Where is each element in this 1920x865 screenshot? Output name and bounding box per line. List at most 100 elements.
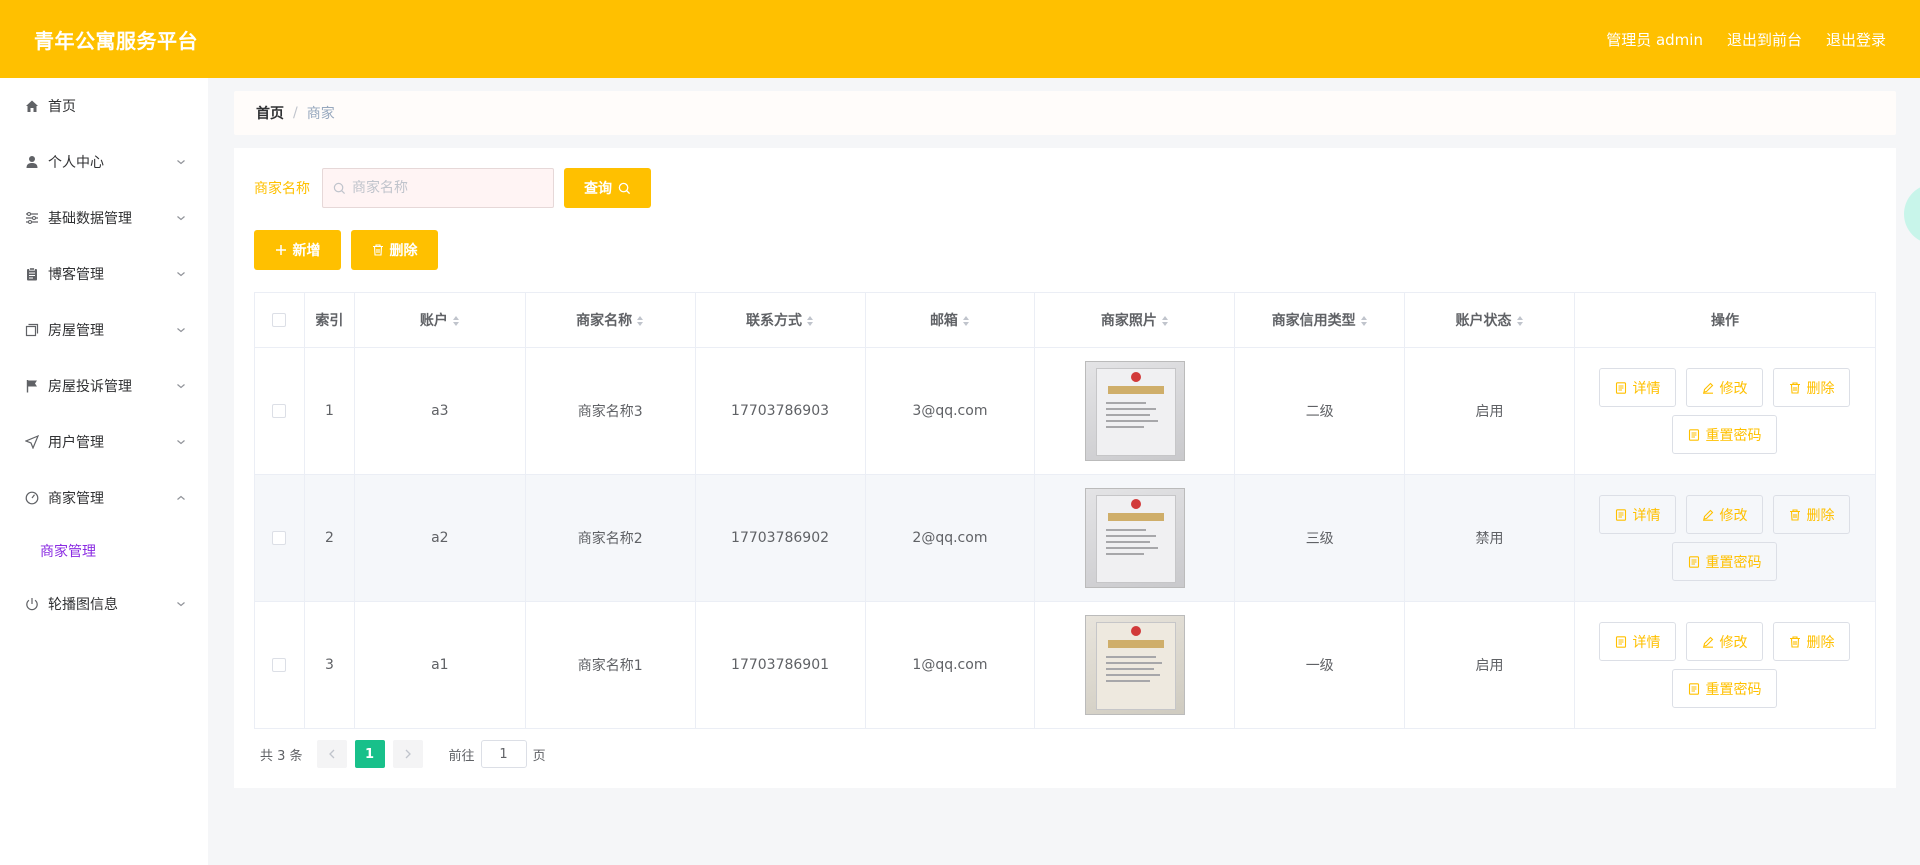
merchant-photo[interactable]: [1084, 361, 1185, 461]
bulk-delete-button[interactable]: 删除: [351, 230, 438, 270]
sidebar: 首页 个人中心 基础数据管理 博客管理 房屋管理 房屋投诉管理 用户管理 商家管…: [0, 78, 208, 865]
trash-icon: [1790, 508, 1801, 521]
column-header-photo[interactable]: 商家照片: [1034, 292, 1236, 348]
document-icon: [1689, 555, 1700, 568]
detail-button[interactable]: 详情: [1599, 368, 1677, 407]
detail-button[interactable]: 详情: [1599, 622, 1677, 661]
column-header-credit-type[interactable]: 商家信用类型: [1234, 292, 1406, 348]
cell-email: 2@qq.com: [864, 474, 1036, 602]
table-row: 3 a1 商家名称1 17703786901 1@qq.com 一级 启用 详情…: [254, 601, 1877, 729]
sidebar-item-label: 商家管理: [48, 491, 104, 507]
sort-caret-icon[interactable]: [1516, 315, 1524, 327]
plus-icon: [275, 245, 286, 255]
cell-phone: 17703786902: [694, 474, 866, 602]
merchant-name-search-input[interactable]: [352, 180, 542, 196]
logout-link[interactable]: 退出登录: [1826, 29, 1886, 50]
trash-icon: [1790, 381, 1801, 394]
next-page-button[interactable]: [392, 740, 423, 768]
cell-status: 启用: [1404, 601, 1575, 729]
sidebar-item-personal-center[interactable]: 个人中心: [0, 134, 208, 190]
column-header-index: 索引: [303, 292, 355, 348]
send-icon: [24, 434, 40, 450]
reset-password-button[interactable]: 重置密码: [1672, 542, 1778, 581]
edit-button[interactable]: 修改: [1686, 495, 1764, 534]
sort-caret-icon[interactable]: [452, 315, 460, 327]
chevron-down-icon: [177, 160, 185, 165]
cell-account: a2: [353, 474, 526, 602]
delete-button[interactable]: 删除: [1773, 495, 1851, 534]
chevron-up-icon: [177, 495, 185, 500]
sidebar-item-blog[interactable]: 博客管理: [0, 246, 208, 302]
cell-photo: [1034, 474, 1236, 602]
cell-email: 1@qq.com: [864, 601, 1036, 729]
sort-caret-icon[interactable]: [636, 315, 644, 327]
table-row: 2 a2 商家名称2 17703786902 2@qq.com 三级 禁用 详情…: [254, 474, 1877, 602]
row-select-cell: [254, 474, 305, 602]
sliders-icon: [24, 210, 40, 226]
row-checkbox[interactable]: [272, 658, 287, 672]
pagination-total: 共 3 条: [260, 748, 303, 764]
add-button[interactable]: 新增: [254, 230, 341, 270]
column-header-merchant-name[interactable]: 商家名称: [524, 292, 696, 348]
breadcrumb-home[interactable]: 首页: [256, 103, 284, 123]
prev-page-button[interactable]: [316, 740, 347, 768]
cell-email: 3@qq.com: [864, 347, 1036, 475]
reset-password-button[interactable]: 重置密码: [1672, 669, 1778, 708]
row-checkbox[interactable]: [272, 531, 287, 545]
action-bar: 新增 删除: [254, 230, 438, 270]
sidebar-item-home[interactable]: 首页: [0, 78, 208, 134]
select-all-checkbox[interactable]: [272, 313, 287, 327]
search-input-wrapper: [322, 168, 554, 208]
chevron-down-icon: [177, 328, 185, 333]
table-header-row: 索引 账户 商家名称 联系方式 邮箱 商家照片 商家信用类型 账户状态 操作: [254, 292, 1877, 348]
column-header-status[interactable]: 账户状态: [1404, 292, 1575, 348]
top-header: 青年公寓服务平台 管理员 admin 退出到前台 退出登录: [0, 0, 1920, 78]
merchant-photo[interactable]: [1084, 615, 1185, 715]
goto-page-input[interactable]: [480, 740, 527, 768]
edit-button[interactable]: 修改: [1686, 622, 1764, 661]
column-header-account[interactable]: 账户: [353, 292, 526, 348]
breadcrumb-current: 商家: [306, 106, 335, 122]
page-number-button[interactable]: 1: [354, 740, 385, 768]
row-checkbox[interactable]: [272, 404, 287, 418]
merchant-photo[interactable]: [1084, 488, 1185, 588]
document-icon: [1689, 428, 1700, 441]
cell-index: 2: [303, 474, 355, 602]
delete-button[interactable]: 删除: [1773, 368, 1851, 407]
chevron-right-icon: [405, 749, 411, 759]
delete-button[interactable]: 删除: [1773, 622, 1851, 661]
sort-caret-icon[interactable]: [1161, 315, 1169, 327]
cell-account: a1: [353, 601, 526, 729]
chevron-down-icon: [177, 440, 185, 445]
cell-phone: 17703786901: [694, 601, 866, 729]
chevron-down-icon: [177, 216, 185, 221]
search-label: 商家名称: [254, 181, 310, 197]
column-header-email[interactable]: 邮箱: [864, 292, 1036, 348]
detail-button[interactable]: 详情: [1599, 495, 1677, 534]
edit-button[interactable]: 修改: [1686, 368, 1764, 407]
submenu-item-merchant-management[interactable]: 商家管理: [0, 526, 208, 576]
cell-merchant-name: 商家名称3: [524, 347, 696, 475]
sort-caret-icon[interactable]: [1360, 315, 1368, 327]
breadcrumb-separator: /: [293, 105, 298, 121]
sidebar-item-house-complaint[interactable]: 房屋投诉管理: [0, 358, 208, 414]
sidebar-item-basic-data[interactable]: 基础数据管理: [0, 190, 208, 246]
cell-merchant-name: 商家名称2: [524, 474, 696, 602]
floating-edge-widget[interactable]: [1904, 184, 1920, 244]
cell-photo: [1034, 601, 1236, 729]
sidebar-item-user[interactable]: 用户管理: [0, 414, 208, 470]
sort-caret-icon[interactable]: [962, 315, 970, 327]
exit-to-front-link[interactable]: 退出到前台: [1727, 29, 1802, 50]
sidebar-item-merchant[interactable]: 商家管理: [0, 470, 208, 526]
sidebar-item-label: 用户管理: [48, 435, 104, 451]
cell-photo: [1034, 347, 1236, 475]
sort-caret-icon[interactable]: [806, 315, 814, 327]
column-header-phone[interactable]: 联系方式: [694, 292, 866, 348]
query-button[interactable]: 查询: [564, 168, 651, 208]
goto-prefix: 前往: [448, 748, 475, 764]
cell-credit-type: 一级: [1234, 601, 1406, 729]
sidebar-item-carousel[interactable]: 轮播图信息: [0, 576, 208, 632]
cell-credit-type: 三级: [1234, 474, 1406, 602]
reset-password-button[interactable]: 重置密码: [1672, 415, 1778, 454]
sidebar-item-house[interactable]: 房屋管理: [0, 302, 208, 358]
